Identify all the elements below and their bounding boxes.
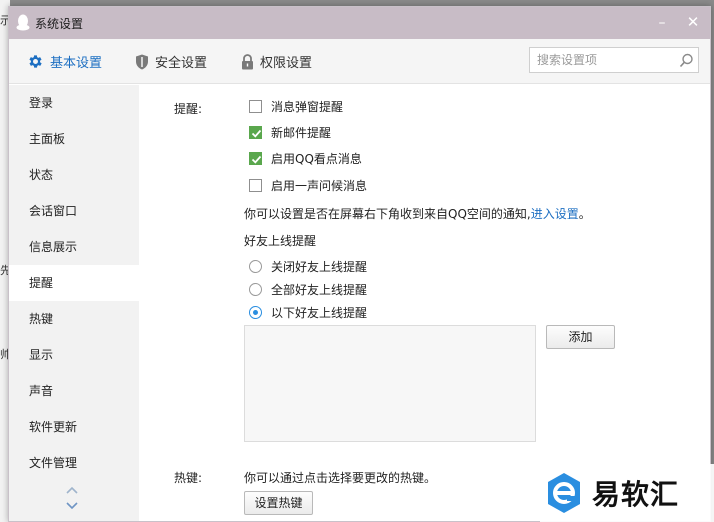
option-label: 以下好友上线提醒 bbox=[271, 305, 368, 320]
option-label: 新邮件提醒 bbox=[271, 125, 332, 140]
watermark-text: 易软汇 bbox=[592, 478, 680, 511]
hotkey-section-label: 热键: bbox=[174, 471, 203, 485]
checkbox[interactable] bbox=[249, 99, 262, 113]
radio-button[interactable] bbox=[249, 259, 262, 273]
search-input[interactable] bbox=[530, 48, 675, 72]
sidebar-item-status[interactable]: 状态 bbox=[9, 157, 139, 193]
friend-list-box[interactable] bbox=[244, 325, 536, 442]
lock-icon bbox=[242, 53, 253, 69]
gear-icon bbox=[29, 55, 42, 68]
sidebar-item-main-panel[interactable]: 主面板 bbox=[9, 121, 139, 157]
option-greeting-message[interactable]: 启用一声问候消息 bbox=[249, 176, 367, 194]
radio-selected-friends-online[interactable]: 以下好友上线提醒 bbox=[249, 303, 367, 321]
checkbox[interactable] bbox=[249, 178, 262, 192]
option-new-mail-reminder[interactable]: 新邮件提醒 bbox=[249, 123, 331, 141]
qzone-notice-text: 你可以设置是否在屏幕右下角收到来自QQ空间的通知, bbox=[244, 207, 531, 221]
reminder-section-label: 提醒: bbox=[174, 102, 203, 116]
radio-button[interactable] bbox=[249, 282, 262, 296]
search-icon[interactable] bbox=[679, 53, 694, 68]
option-label: 消息弹窗提醒 bbox=[271, 99, 344, 114]
shield-icon bbox=[136, 54, 148, 69]
hotkey-description: 你可以通过点击选择要更改的热键。 bbox=[244, 471, 437, 485]
sidebar-item-reminder[interactable]: 提醒 bbox=[9, 265, 139, 301]
option-popup-reminder[interactable]: 消息弹窗提醒 bbox=[249, 97, 343, 115]
friend-online-title: 好友上线提醒 bbox=[244, 234, 317, 248]
qzone-notice-end: 。 bbox=[578, 207, 591, 221]
qq-penguin-icon bbox=[16, 14, 30, 31]
option-label: 启用一声问候消息 bbox=[271, 178, 368, 193]
settings-window: 系统设置 – ✕ 基本设置 安全设置 权限设置 搜索设置项 登录 主面板 状态 … bbox=[8, 6, 711, 522]
radio-close-friend-online[interactable]: 关闭好友上线提醒 bbox=[249, 257, 367, 275]
tab-label: 安全设置 bbox=[155, 56, 208, 71]
close-button[interactable]: ✕ bbox=[684, 13, 702, 31]
window-title: 系统设置 bbox=[35, 17, 84, 31]
minimize-button[interactable]: – bbox=[653, 14, 671, 32]
checkmark-icon bbox=[251, 129, 262, 138]
sidebar-item-file-management[interactable]: 文件管理 bbox=[9, 445, 139, 481]
qzone-notice: 你可以设置是否在屏幕右下角收到来自QQ空间的通知,进入设置。 bbox=[244, 205, 591, 222]
watermark: 易软汇 bbox=[540, 464, 714, 522]
settings-content: 提醒: 消息弹窗提醒 新邮件提醒 启用QQ看点消息 启用一声问候消息 你可以设置… bbox=[139, 85, 710, 521]
sidebar-item-info-display[interactable]: 信息展示 bbox=[9, 229, 139, 265]
qzone-settings-link[interactable]: 进入设置 bbox=[531, 207, 579, 221]
sidebar-item-sound[interactable]: 声音 bbox=[9, 373, 139, 409]
radio-all-friends-online[interactable]: 全部好友上线提醒 bbox=[249, 280, 367, 298]
checkbox-checked[interactable] bbox=[249, 151, 262, 165]
option-qq-kandian[interactable]: 启用QQ看点消息 bbox=[249, 149, 362, 167]
sidebar-item-hotkey[interactable]: 热键 bbox=[9, 301, 139, 337]
search-box bbox=[529, 47, 699, 73]
option-label: 关闭好友上线提醒 bbox=[271, 259, 368, 274]
add-friend-button[interactable]: 添加 bbox=[546, 325, 615, 349]
sidebar-item-login[interactable]: 登录 bbox=[9, 85, 139, 121]
tab-security-settings[interactable]: 安全设置 bbox=[135, 39, 207, 84]
watermark-logo-icon bbox=[548, 473, 580, 513]
title-bar[interactable]: 系统设置 – ✕ bbox=[9, 7, 710, 39]
chevron-up-icon[interactable] bbox=[65, 485, 79, 495]
sidebar-item-display[interactable]: 显示 bbox=[9, 337, 139, 373]
checkbox-checked[interactable] bbox=[249, 125, 262, 139]
option-label: 启用QQ看点消息 bbox=[271, 151, 362, 166]
radio-button-selected[interactable] bbox=[249, 305, 262, 319]
tab-label: 基本设置 bbox=[50, 56, 103, 71]
tab-permission-settings[interactable]: 权限设置 bbox=[241, 39, 312, 84]
tab-basic-settings[interactable]: 基本设置 bbox=[27, 39, 102, 84]
sidebar-item-chat-window[interactable]: 会话窗口 bbox=[9, 193, 139, 229]
set-hotkey-button[interactable]: 设置热键 bbox=[244, 491, 313, 515]
tab-label: 权限设置 bbox=[260, 56, 313, 71]
chevron-down-icon[interactable] bbox=[65, 501, 79, 511]
checkmark-icon bbox=[251, 155, 262, 164]
tab-bar: 基本设置 安全设置 权限设置 bbox=[9, 39, 710, 84]
sidebar: 登录 主面板 状态 会话窗口 信息展示 提醒 热键 显示 声音 软件更新 文件管… bbox=[9, 85, 139, 521]
sidebar-item-software-update[interactable]: 软件更新 bbox=[9, 409, 139, 445]
option-label: 全部好友上线提醒 bbox=[271, 282, 368, 297]
